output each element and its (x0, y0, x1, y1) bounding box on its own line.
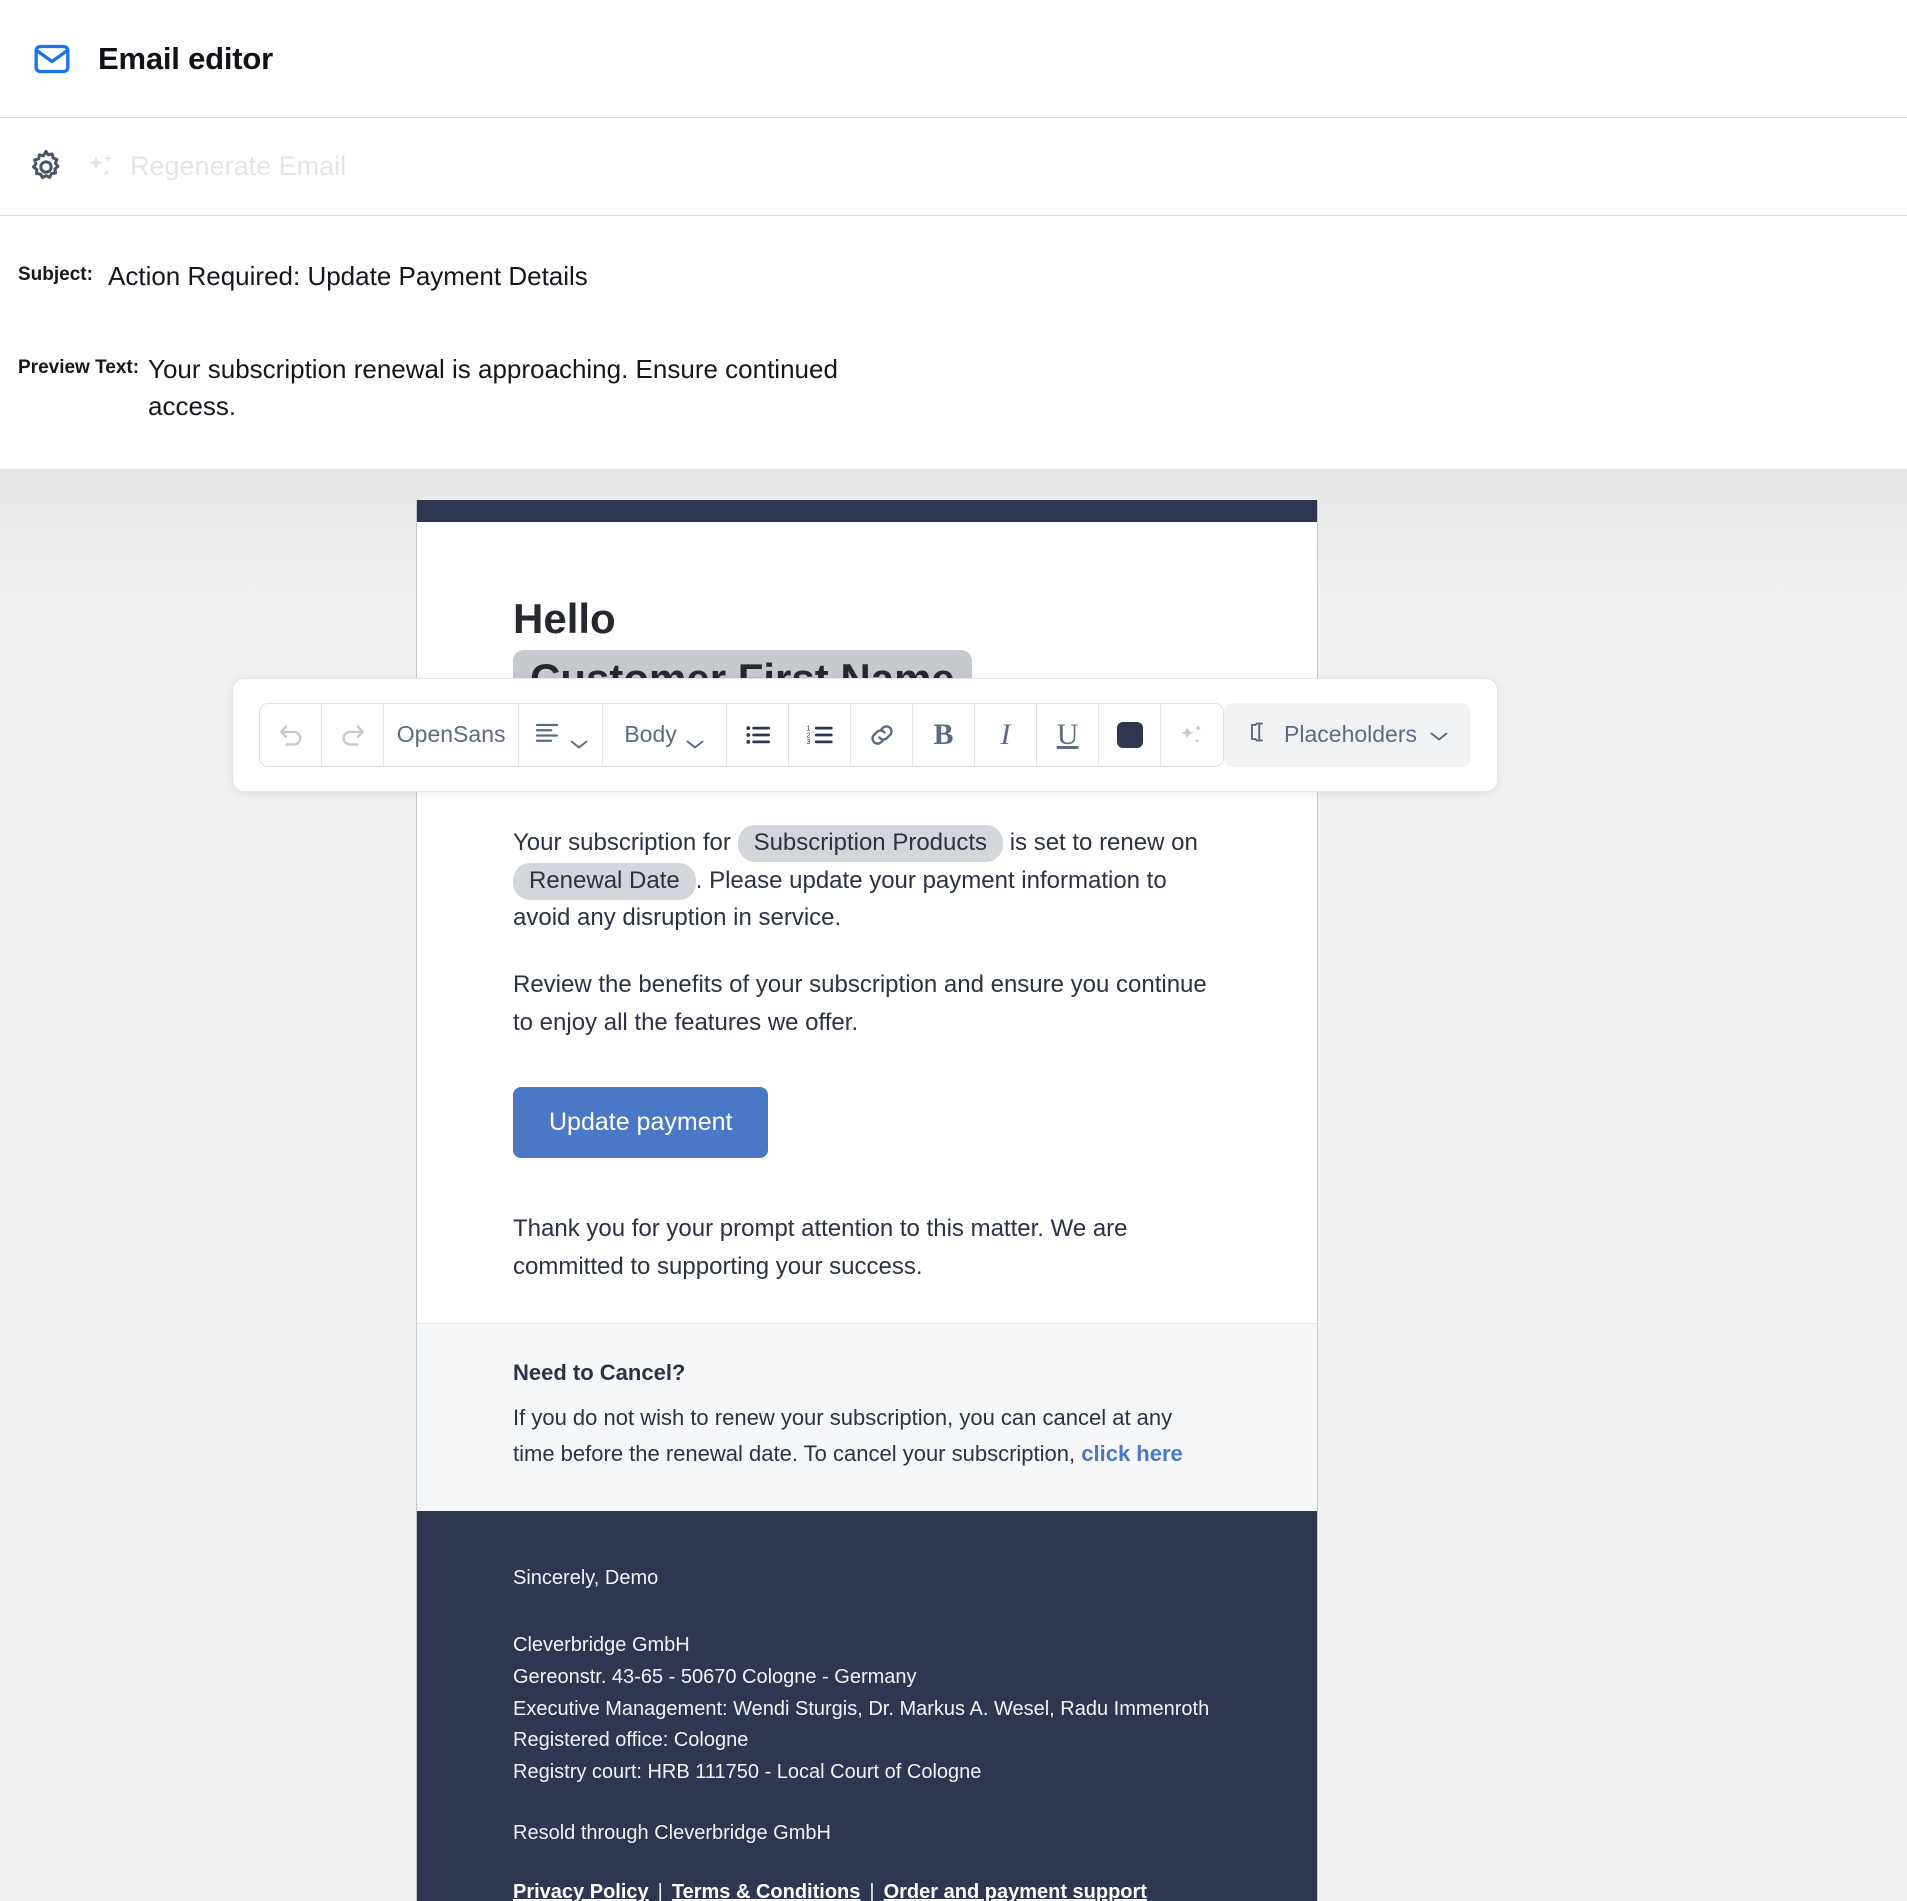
email-meta: Subject: Action Required: Update Payment… (0, 216, 1907, 470)
align-left-icon (533, 718, 561, 752)
preview-text-row: Preview Text: Your subscription renewal … (0, 351, 1907, 425)
placeholders-label: Placeholders (1284, 721, 1417, 748)
greeting-hello: Hello (513, 594, 616, 642)
update-payment-button[interactable]: Update payment (513, 1087, 769, 1159)
link-icon[interactable] (851, 703, 914, 766)
paragraph-renewal[interactable]: Your subscription for Subscription Produ… (513, 824, 1207, 936)
italic-label: I (1000, 717, 1011, 751)
footer-company-block: Cleverbridge GmbH Gereonstr. 43-65 - 506… (513, 1630, 1221, 1788)
cancel-click-here-link[interactable]: click here (1081, 1441, 1183, 1466)
svg-text:3: 3 (806, 739, 810, 746)
block-style-label: Body (624, 721, 677, 748)
footer-link-separator-1: | (657, 1881, 663, 1901)
footer-registry-court: Registry court: HRB 111750 - Local Court… (513, 1760, 982, 1783)
chevron-down-icon (569, 729, 589, 749)
preview-text-value[interactable]: Your subscription renewal is approaching… (148, 351, 888, 425)
email-paragraphs: Your subscription for Subscription Produ… (417, 824, 1317, 1041)
email-closing: Thank you for your prompt attention to t… (417, 1158, 1317, 1323)
subject-row: Subject: Action Required: Update Payment… (0, 258, 1907, 295)
font-family-label: OpenSans (396, 721, 506, 748)
email-accent-bar (417, 499, 1317, 522)
sparkle-icon (86, 152, 116, 182)
app-header: Email editor (0, 0, 1907, 118)
subject-label: Subject: (18, 264, 93, 285)
placeholder-chip-renewal-date[interactable]: Renewal Date (513, 862, 696, 900)
footer-link-separator-2: | (869, 1881, 875, 1901)
underline-label: U (1056, 717, 1079, 751)
text-align-select[interactable] (519, 703, 604, 766)
cta-wrapper: Update payment (417, 1041, 1317, 1159)
bold-button[interactable]: B (913, 703, 976, 766)
redo-icon[interactable] (322, 703, 384, 766)
page-title: Email editor (98, 40, 274, 76)
cancel-panel: Need to Cancel? If you do not wish to re… (417, 1323, 1317, 1512)
email-preview-canvas: Hello Customer First Name, (0, 469, 1907, 1901)
chevron-down-icon (685, 729, 705, 749)
regenerate-email-label: Regenerate Email (130, 151, 347, 181)
footer-resold: Resold through Cleverbridge GmbH (513, 1822, 831, 1845)
gear-icon[interactable] (26, 147, 66, 187)
bold-label: B (933, 717, 954, 751)
preview-text-label: Preview Text: (18, 356, 140, 378)
cancel-panel-text: If you do not wish to renew your subscri… (513, 1400, 1207, 1471)
paragraph-renewal-part2: is set to renew on (1003, 829, 1198, 857)
placeholder-insert-icon (1246, 719, 1272, 751)
undo-icon[interactable] (260, 703, 322, 766)
numbered-list-icon[interactable]: 1 2 3 (789, 703, 852, 766)
footer-links: Privacy Policy | Terms & Conditions | Order … (513, 1881, 1221, 1901)
text-color-button[interactable] (1099, 703, 1162, 766)
footer-registered-office: Registered office: Cologne (513, 1729, 749, 1752)
mail-icon (32, 39, 72, 79)
footer-address: Gereonstr. 43-65 - 50670 Cologne - Germa… (513, 1666, 917, 1688)
bullet-list-icon[interactable] (727, 703, 790, 766)
regenerate-toolbar: Regenerate Email (0, 118, 1907, 216)
italic-button[interactable]: I (975, 703, 1038, 766)
footer-link-terms-conditions[interactable]: Terms & Conditions (672, 1881, 861, 1901)
email-greeting: Hello Customer First Name, (417, 522, 1317, 710)
cancel-panel-body: If you do not wish to renew your subscri… (513, 1405, 1173, 1466)
placeholders-dropdown[interactable]: Placeholders (1224, 702, 1471, 767)
paragraph-renewal-part1: Your subscription for (513, 829, 738, 857)
text-color-swatch-icon (1116, 721, 1143, 748)
font-family-select[interactable]: OpenSans (384, 703, 520, 766)
footer-company-name: Cleverbridge GmbH (513, 1634, 690, 1657)
footer-link-order-payment-support[interactable]: Order and payment support (884, 1881, 1147, 1901)
cancel-panel-title: Need to Cancel? (513, 1360, 686, 1386)
format-button-group: OpenSans Body 1 2 3 B I U (259, 702, 1225, 767)
subject-value[interactable]: Action Required: Update Payment Details (104, 258, 588, 295)
footer-link-privacy-policy[interactable]: Privacy Policy (513, 1881, 649, 1901)
placeholder-chip-subscription-products[interactable]: Subscription Products (737, 825, 1004, 863)
email-footer: Sincerely, Demo Cleverbridge GmbH Gereon… (417, 1511, 1317, 1901)
rich-text-format-toolbar: OpenSans Body 1 2 3 B I U Placeholders (232, 677, 1498, 792)
paragraph-benefits[interactable]: Review the benefits of your subscription… (513, 966, 1207, 1041)
paragraph-thank-you[interactable]: Thank you for your prompt attention to t… (513, 1210, 1207, 1285)
footer-management: Executive Management: Wendi Sturgis, Dr.… (513, 1697, 1210, 1720)
regenerate-email-button[interactable]: Regenerate Email (86, 151, 346, 182)
ai-sparkle-icon[interactable] (1161, 703, 1224, 766)
chevron-down-icon (1429, 721, 1449, 748)
underline-button[interactable]: U (1037, 703, 1100, 766)
footer-sincerely: Sincerely, Demo (513, 1567, 659, 1590)
block-style-select[interactable]: Body (603, 703, 728, 766)
